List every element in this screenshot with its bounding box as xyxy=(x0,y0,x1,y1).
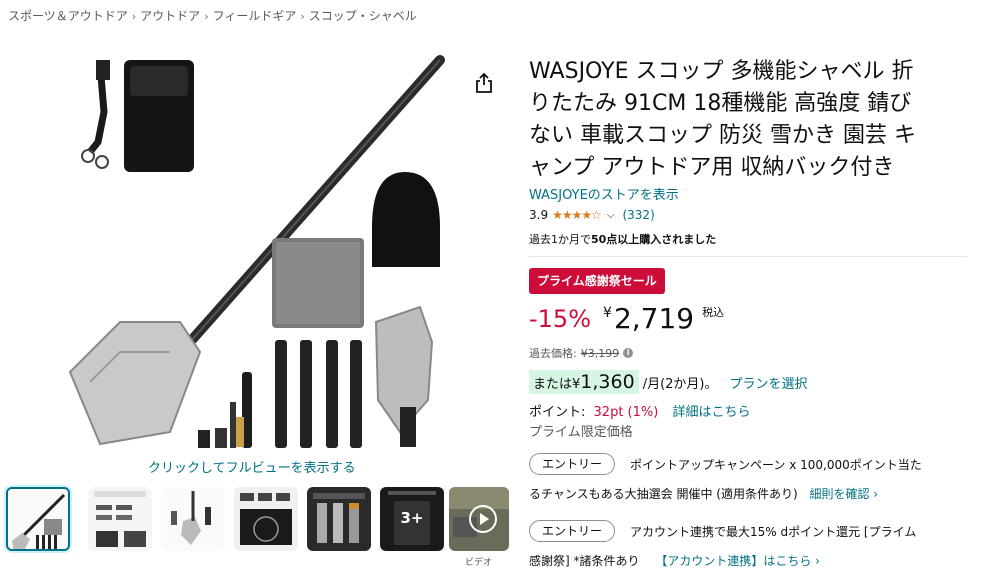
breadcrumb-separator: › xyxy=(204,10,209,23)
review-count-link[interactable]: (332) xyxy=(622,208,654,222)
deal-badge: プライム感謝祭セール xyxy=(529,268,665,294)
breadcrumb-item-field-gear[interactable]: フィールドギア xyxy=(213,9,297,23)
breadcrumb-separator: › xyxy=(131,10,137,23)
rating-row: 3.9 ★★★★☆ ⌵ (332) xyxy=(529,208,655,222)
thumbnail-2[interactable] xyxy=(88,487,152,551)
share-icon[interactable] xyxy=(474,72,494,94)
installment-highlight: または¥ 1,360 xyxy=(529,370,639,394)
bought-count: 過去1か月で50点以上購入されました xyxy=(529,231,716,247)
promo-text-line: るチャンスもある大抽選会 開催中 (適用条件あり) xyxy=(529,487,798,501)
product-title: WASJOYE スコップ 多機能シャベル 折 りたたみ 91CM 18種機能 高… xyxy=(529,56,969,184)
discount-percent: -15% xyxy=(529,305,592,333)
play-icon xyxy=(469,505,497,533)
select-plan-link[interactable]: プランを選択 xyxy=(729,373,807,392)
breadcrumb: スポーツ＆アウトドア › アウトドア › フィールドギア › スコップ・シャベル xyxy=(8,7,417,24)
breadcrumb-item-shovel[interactable]: スコップ・シャベル xyxy=(309,9,417,23)
thumbnail-video[interactable] xyxy=(449,487,509,551)
account-link[interactable]: 【アカウント連携】はこちら › xyxy=(655,554,820,568)
price-value: 2,719 xyxy=(613,302,695,335)
product-title-line: WASJOYE スコップ 多機能シャベル 折 xyxy=(529,59,914,84)
points-details-link[interactable]: 詳細はこちら xyxy=(672,405,750,420)
installment-prefix: または¥ xyxy=(533,377,581,392)
list-price: 過去価格: ¥3,199 i xyxy=(529,345,634,361)
breadcrumb-separator: › xyxy=(300,10,305,23)
promo-text: ポイントアップキャンペーン x 100,000ポイント当た xyxy=(630,458,922,472)
thumbnail-3[interactable] xyxy=(161,487,225,551)
fullview-link[interactable]: クリックしてフルビューを表示する xyxy=(148,457,356,476)
price-row: -15% ¥ 2,719 税込 xyxy=(529,302,724,336)
entry-button[interactable]: エントリー xyxy=(529,520,616,542)
star-rating-icon[interactable]: ★★★★☆ xyxy=(552,208,602,222)
product-title-line: ャンプ アウトドア用 収納バック付き xyxy=(529,155,895,180)
entry-button[interactable]: エントリー xyxy=(529,453,616,475)
thumbnail-1[interactable] xyxy=(6,487,70,551)
installment-row: または¥ 1,360 /月(2か月)。 プランを選択 xyxy=(529,370,808,394)
installment-amount: 1,360 xyxy=(580,371,635,393)
info-icon[interactable]: i xyxy=(623,348,634,358)
product-title-line: ない 車載スコップ 防災 雪かき 園芸 キ xyxy=(529,123,916,148)
store-link[interactable]: WASJOYEのストアを表示 xyxy=(529,184,679,203)
product-title-line: りたたみ 91CM 18種機能 高強度 錆び xyxy=(529,91,912,116)
chevron-down-icon[interactable]: ⌵ xyxy=(607,210,615,221)
more-images-count: 3+ xyxy=(400,509,424,527)
promo-text: るチャンスもある大抽選会 開催中 (適用条件あり) 細則を確認 › xyxy=(529,485,878,502)
bought-amount: 50点以上購入されました xyxy=(591,233,717,246)
promo-text: 感謝祭] *諸条件あり 【アカウント連携】はこちら › xyxy=(529,552,820,569)
rating-value: 3.9 xyxy=(529,208,549,222)
points-value: 32pt (1%) xyxy=(593,405,659,420)
currency-symbol: ¥ xyxy=(603,305,612,321)
points-row: ポイント: 32pt (1%) 詳細はこちら xyxy=(529,401,750,420)
breadcrumb-item-sports[interactable]: スポーツ＆アウトドア xyxy=(8,9,128,23)
points-label: ポイント: xyxy=(529,405,586,420)
thumbnail-6[interactable]: 3+ xyxy=(380,487,444,551)
divider xyxy=(529,256,967,257)
thumbnail-4[interactable] xyxy=(234,487,298,551)
promo-text: アカウント連携で最大15% dポイント還元 [プライム xyxy=(630,525,917,539)
bought-prefix: 過去1か月で xyxy=(529,233,591,246)
video-label: ビデオ xyxy=(465,558,493,568)
promo-rules-link[interactable]: 細則を確認 › xyxy=(809,487,878,501)
prime-only-price-label: プライム限定価格 xyxy=(529,425,633,440)
list-price-label: 過去価格: xyxy=(529,347,577,360)
installment-suffix: /月(2か月)。 xyxy=(642,376,718,392)
main-product-image[interactable] xyxy=(60,52,480,452)
tax-label: 税込 xyxy=(702,306,725,319)
list-price-value: ¥3,199 xyxy=(580,346,620,360)
breadcrumb-item-outdoor[interactable]: アウトドア xyxy=(140,9,200,23)
thumbnail-5[interactable] xyxy=(307,487,371,551)
promo-text-line: 感謝祭] *諸条件あり xyxy=(529,554,640,568)
